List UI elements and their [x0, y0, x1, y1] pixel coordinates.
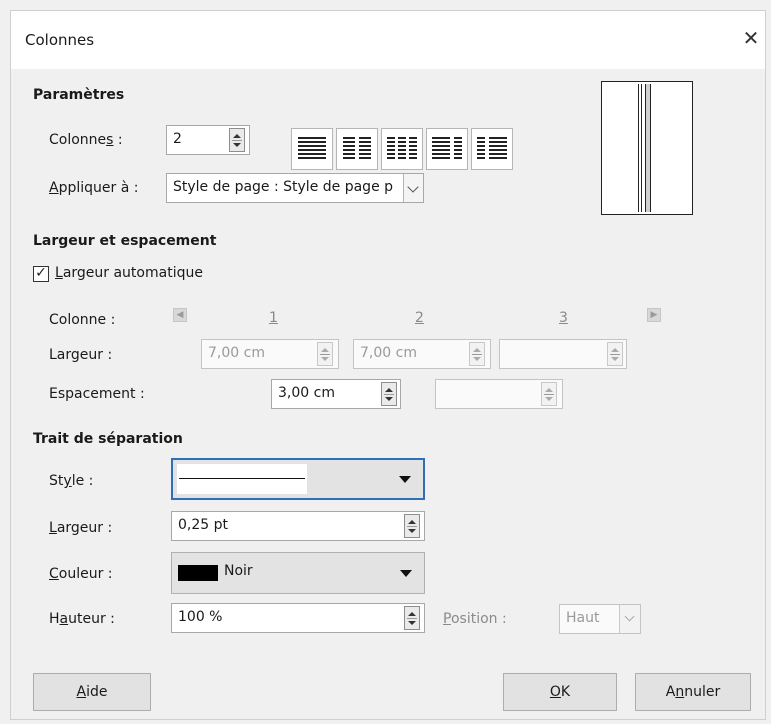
caret-down-icon [400, 570, 412, 577]
column-number-1: 1 [269, 310, 278, 326]
layout-wide-left-button[interactable] [426, 128, 468, 170]
section-trait-separation: Trait de séparation [33, 431, 183, 447]
layout-wide-right-button[interactable] [471, 128, 513, 170]
columns-dialog: Colonnes ✕ Paramètres Colonnes : 2 Appli… [10, 10, 766, 720]
page-preview [601, 81, 693, 215]
dialog-title: Colonnes [25, 31, 95, 49]
hauteur-label: Hauteur : [49, 611, 115, 627]
line-style-sample [179, 478, 305, 479]
appliquer-label: Appliquer à : [49, 180, 139, 196]
column-number-2: 2 [415, 310, 424, 326]
chevron-down-icon[interactable] [403, 174, 423, 202]
position-label: Position : [443, 611, 507, 627]
style-label: Style : [49, 473, 94, 489]
couleur-value: Noir [224, 563, 253, 579]
espacement-label: Espacement : [49, 386, 145, 402]
title-bar: Colonnes ✕ [11, 11, 765, 69]
close-icon[interactable]: ✕ [739, 25, 763, 51]
colonnes-stepper[interactable] [229, 128, 245, 152]
trait-largeur-stepper[interactable] [404, 514, 420, 538]
largeur-auto-checkbox[interactable]: ✓ [33, 266, 49, 282]
espacement-1-stepper[interactable] [381, 382, 397, 406]
appliquer-select[interactable]: Style de page : Style de page p [166, 173, 424, 203]
couleur-select[interactable]: Noir [171, 552, 425, 594]
couleur-label: Couleur : [49, 566, 113, 582]
layout-two-columns-button[interactable] [336, 128, 378, 170]
largeur-col1-stepper[interactable] [317, 342, 333, 366]
largeur-col2-stepper[interactable] [469, 342, 485, 366]
aide-button[interactable]: Aide [33, 673, 151, 711]
colonnes-value: 2 [173, 131, 182, 147]
layout-three-columns-button[interactable] [381, 128, 423, 170]
hauteur-input[interactable]: 100 % [171, 603, 425, 633]
largeur-auto-label: Largeur automatique [55, 265, 203, 281]
espacement-2-stepper[interactable] [541, 382, 557, 406]
caret-down-icon [399, 476, 411, 483]
hauteur-stepper[interactable] [404, 606, 420, 630]
colonne-label: Colonne : [49, 312, 116, 328]
chevron-down-icon[interactable] [619, 605, 640, 633]
ok-button[interactable]: OK [503, 673, 617, 711]
largeur-col3-stepper[interactable] [607, 342, 623, 366]
column-number-3: 3 [559, 310, 568, 326]
section-largeur-espacement: Largeur et espacement [33, 233, 217, 249]
largeur-col-label: Largeur : [49, 347, 113, 363]
color-swatch [178, 565, 218, 581]
colonnes-label: Colonnes : [49, 132, 123, 148]
appliquer-value: Style de page : Style de page p [173, 179, 394, 195]
trait-largeur-label: Largeur : [49, 520, 113, 536]
arrow-left-icon[interactable]: ◀ [173, 308, 187, 322]
section-parametres: Paramètres [33, 87, 125, 103]
arrow-right-icon[interactable]: ▶ [647, 308, 661, 322]
annuler-button[interactable]: Annuler [635, 673, 751, 711]
layout-one-column-button[interactable] [291, 128, 333, 170]
trait-largeur-input[interactable]: 0,25 pt [171, 511, 425, 541]
style-select[interactable] [171, 458, 425, 500]
